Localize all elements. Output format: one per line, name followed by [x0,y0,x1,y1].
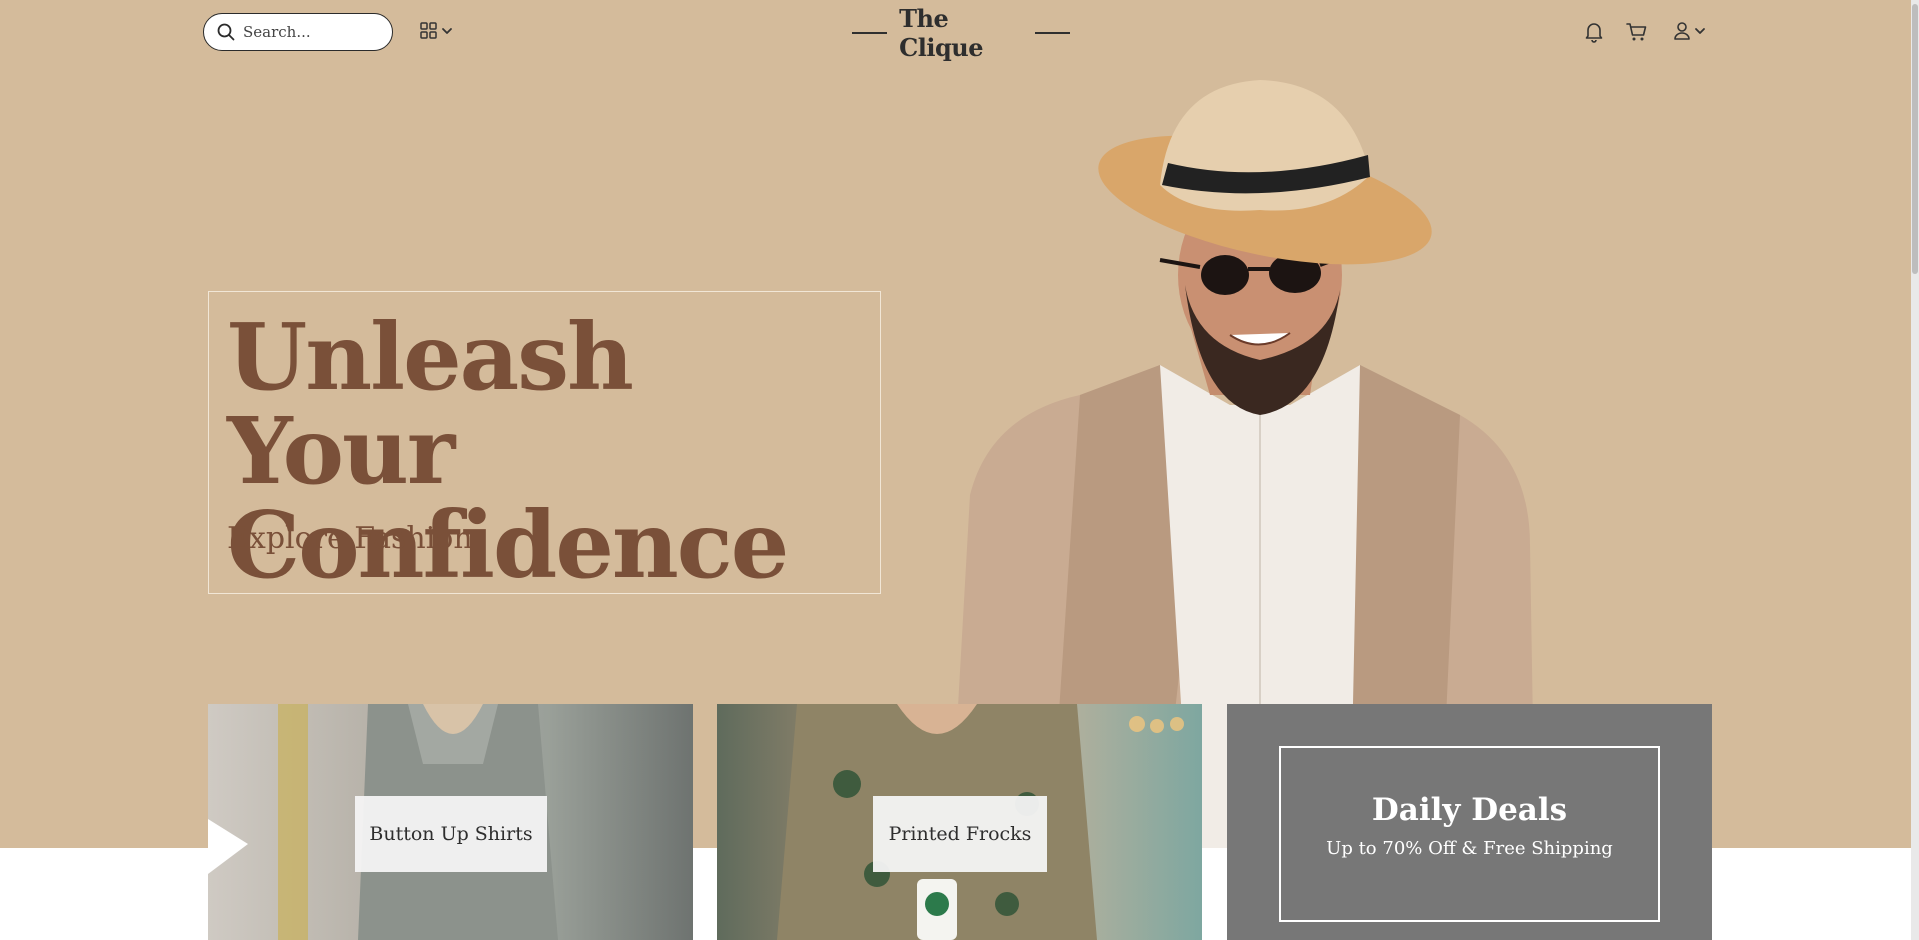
daily-deals-card[interactable]: Daily Deals Up to 70% Off & Free Shippin… [1227,704,1712,940]
search-box[interactable] [203,13,393,51]
category-card-button-up-shirts[interactable]: Button Up Shirts [208,704,693,940]
daily-deals-subtitle: Up to 70% Off & Free Shipping [1326,838,1613,859]
brand-logo[interactable]: The Clique [852,4,1070,62]
daily-deals-box[interactable]: Daily Deals Up to 70% Off & Free Shippin… [1279,746,1660,922]
explore-fashion-link[interactable]: Explore Fashion [227,521,473,556]
account-menu-button[interactable] [1673,21,1706,41]
bell-icon [1585,23,1603,43]
cart-button[interactable] [1626,21,1648,47]
page-scrollbar[interactable] [1911,0,1919,940]
search-icon [217,23,235,41]
daily-deals-title: Daily Deals [1371,792,1568,828]
button-up-shirts-label[interactable]: Button Up Shirts [355,796,547,872]
brand-name: The Clique [899,4,983,62]
chevron-down-icon [1695,28,1705,34]
brand-left-rule [852,32,888,34]
printed-frocks-label[interactable]: Printed Frocks [873,796,1047,872]
category-card-printed-frocks[interactable]: Printed Frocks [717,704,1202,940]
user-icon [1674,22,1690,40]
cart-icon [1626,23,1647,41]
grid-icon [420,22,437,39]
search-input[interactable] [243,23,373,41]
scrollbar-thumb[interactable] [1912,4,1918,274]
notifications-button[interactable] [1584,21,1604,47]
brand-right-rule [1034,32,1070,34]
chevron-down-icon [442,27,452,34]
categories-menu-button[interactable] [420,22,453,39]
hero-headline-box: Unleash Your Confidence Explore Fashion [208,291,881,594]
